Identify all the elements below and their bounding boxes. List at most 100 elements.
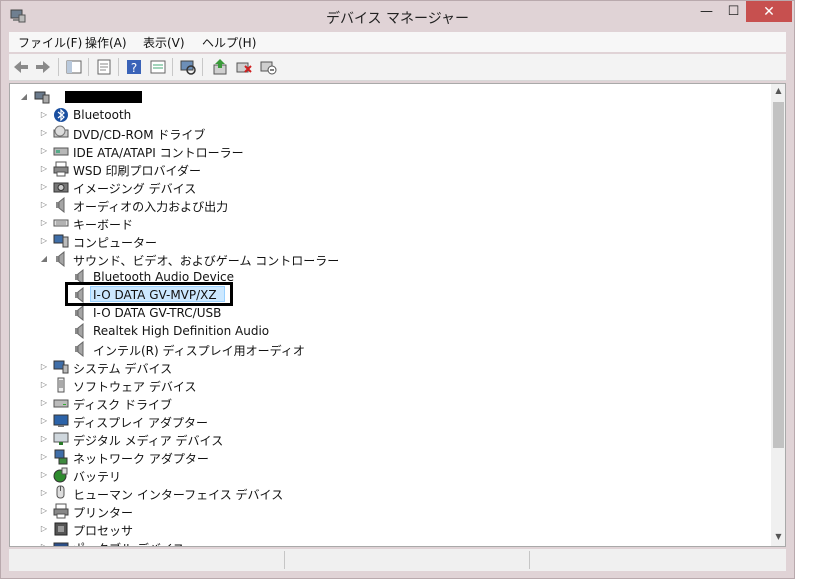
back-icon[interactable]: [12, 58, 30, 76]
minimize-button[interactable]: —: [693, 1, 720, 22]
tree-item-label: デジタル メディア デバイス: [73, 434, 224, 448]
tree-item-label: ディスプレイ アダプター: [73, 416, 208, 430]
svg-text:?: ?: [131, 61, 137, 75]
expand-arrow-icon[interactable]: ▷: [39, 199, 49, 211]
processor-icon: [54, 522, 68, 536]
ide-controller-icon: [53, 147, 69, 156]
bluetooth-icon: [54, 108, 68, 122]
menu-action[interactable]: 操作(A): [85, 34, 127, 51]
collapse-arrow-icon[interactable]: ◢: [39, 253, 49, 265]
tree-item-label: システム デバイス: [73, 362, 173, 376]
expand-arrow-icon[interactable]: ▷: [39, 397, 49, 409]
tree-item-label: ポータブル デバイス: [73, 540, 184, 546]
expand-arrow-icon[interactable]: ▷: [39, 487, 49, 499]
expand-arrow-icon[interactable]: ▷: [39, 181, 49, 193]
menu-view[interactable]: 表示(V): [143, 34, 185, 51]
hid-icon: [56, 485, 65, 499]
toolbar-separator: [118, 58, 119, 76]
tree-item-label: IDE ATA/ATAPI コントローラー: [73, 146, 244, 160]
tree-item-label: キーボード: [73, 218, 134, 232]
show-hide-tree-icon[interactable]: [65, 58, 83, 76]
scroll-up-icon[interactable]: ▲: [771, 86, 785, 98]
toolbar-separator: [58, 58, 59, 76]
menu-file[interactable]: ファイル(F): [18, 34, 82, 51]
network-icon: [54, 449, 68, 465]
forward-icon[interactable]: [34, 58, 52, 76]
update-driver-icon[interactable]: [211, 58, 229, 76]
annotation-box: [65, 282, 233, 306]
toolbar: ?: [9, 54, 786, 81]
vertical-scrollbar[interactable]: ▲ ▼: [771, 84, 785, 546]
tree-item-label: Realtek High Definition Audio: [93, 324, 270, 338]
redacted-computer-name: [65, 91, 142, 103]
menu-help[interactable]: ヘルプ(H): [202, 34, 256, 51]
expand-arrow-icon[interactable]: ◢: [19, 91, 29, 103]
tree-item-label: Bluetooth: [73, 108, 132, 122]
expand-arrow-icon[interactable]: ▷: [39, 523, 49, 535]
printer-icon: [53, 503, 69, 519]
expand-arrow-icon[interactable]: ▷: [39, 469, 49, 481]
tree-item-label: イメージング デバイス: [73, 182, 197, 196]
uninstall-icon[interactable]: [235, 58, 253, 76]
expand-arrow-icon[interactable]: ▷: [39, 451, 49, 463]
expand-arrow-icon[interactable]: ▷: [39, 379, 49, 391]
tree-item-label: コンピューター: [73, 236, 158, 250]
expand-arrow-icon[interactable]: ▷: [39, 145, 49, 157]
close-button[interactable]: ✕: [746, 1, 792, 22]
camera-icon: [53, 182, 69, 193]
disable-device-icon[interactable]: [259, 58, 277, 76]
battery-icon: [53, 467, 68, 483]
menu-bar: ファイル(F) 操作(A) 表示(V) ヘルプ(H): [9, 32, 786, 52]
expand-arrow-icon[interactable]: ▷: [39, 127, 49, 139]
toolbar-separator: [88, 58, 89, 76]
tree-item-label: インテル(R) ディスプレイ用オーディオ: [93, 344, 305, 358]
speaker-icon: [75, 341, 84, 357]
expand-arrow-icon[interactable]: ▷: [39, 505, 49, 517]
scrollbar-thumb[interactable]: [773, 102, 784, 448]
tree-item-label: ソフトウェア デバイス: [73, 380, 197, 394]
status-divider: [529, 551, 530, 569]
computer-icon: [34, 91, 50, 104]
title-bar[interactable]: デバイス マネージャー — ☐ ✕: [1, 1, 794, 32]
expand-arrow-icon[interactable]: ▷: [39, 163, 49, 175]
disk-drive-icon: [53, 399, 69, 408]
speaker-icon: [75, 323, 84, 339]
expand-arrow-icon[interactable]: ▷: [39, 109, 49, 121]
expand-arrow-icon[interactable]: ▷: [39, 361, 49, 373]
expand-arrow-icon[interactable]: ▷: [39, 415, 49, 427]
device-manager-window: デバイス マネージャー — ☐ ✕ ファイル(F) 操作(A) 表示(V) ヘル…: [0, 0, 795, 579]
speaker-icon: [56, 197, 65, 213]
help-icon[interactable]: ?: [125, 58, 143, 76]
tree-item-label: ネットワーク アダプター: [73, 452, 209, 466]
speaker-icon: [56, 251, 65, 267]
keyboard-icon: [53, 219, 69, 227]
computer-icon: [53, 234, 69, 248]
toolbar-separator: [172, 58, 173, 76]
expand-arrow-icon[interactable]: ▷: [39, 433, 49, 445]
properties-icon[interactable]: [95, 58, 113, 76]
tree-item-label: I-O DATA GV-TRC/USB: [93, 306, 222, 320]
tree-item-label: プロセッサ: [73, 524, 134, 538]
printer-icon: [53, 161, 69, 177]
status-bar: [9, 549, 786, 571]
tree-item-label: プリンター: [73, 506, 134, 520]
tree-item-label: サウンド、ビデオ、およびゲーム コントローラー: [73, 254, 340, 268]
tree-item-label: オーディオの入力および出力: [73, 200, 229, 214]
tree-item-label: ヒューマン インターフェイス デバイス: [73, 488, 284, 502]
scroll-down-icon[interactable]: ▼: [771, 532, 785, 544]
expand-arrow-icon[interactable]: ▷: [39, 541, 49, 546]
portable-device-icon: [53, 542, 69, 546]
dvd-drive-icon: [53, 125, 69, 138]
expand-arrow-icon[interactable]: ▷: [39, 217, 49, 229]
scan-hardware-icon[interactable]: [179, 58, 197, 76]
maximize-button[interactable]: ☐: [720, 1, 747, 22]
view-icon[interactable]: [149, 58, 167, 76]
device-tree[interactable]: ◢ ▷ Bluetooth ▷ DVD/CD-ROM ドライブ ▷ IDE ATA/ATAP…: [9, 83, 786, 547]
tree-item-label: ディスク ドライブ: [73, 398, 172, 412]
expand-arrow-icon[interactable]: ▷: [39, 235, 49, 247]
monitor-icon: [53, 414, 69, 427]
system-icon: [53, 360, 69, 374]
speaker-icon: [75, 305, 84, 321]
tree-item-label: WSD 印刷プロバイダー: [73, 164, 202, 178]
media-device-icon: [53, 432, 69, 445]
